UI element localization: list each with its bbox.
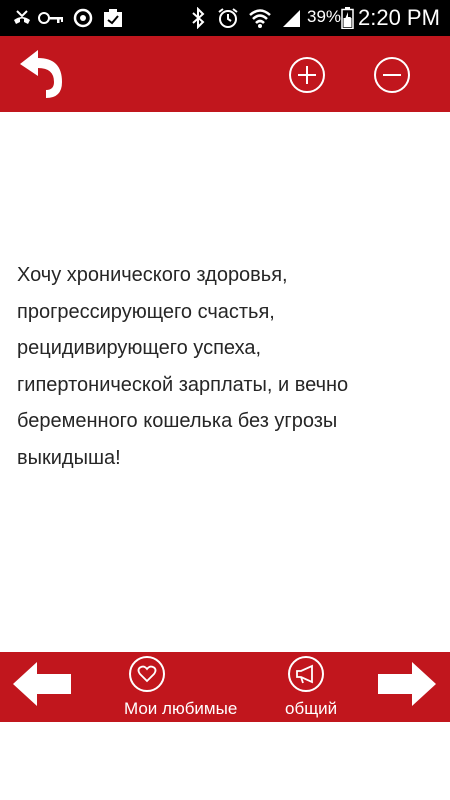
- favorites-button[interactable]: Мои любимые: [124, 652, 248, 722]
- arrow-left-icon: [13, 662, 71, 706]
- quote-line: прогрессирующего счастья,: [17, 300, 275, 323]
- status-bar: 39% 2:20 PM: [0, 0, 450, 36]
- empty-area: [0, 722, 450, 800]
- quote-line: выкидыша!: [17, 446, 121, 469]
- share-button[interactable]: общий: [282, 652, 346, 722]
- quote-line: гипертонической зарплаты, и вечно: [17, 373, 349, 396]
- quote-line: беременного кошелька без угрозы: [17, 410, 338, 432]
- battery-icon: [340, 6, 354, 30]
- quote-text: Хочу хронического здоровья, прогрессирую…: [17, 257, 437, 476]
- favorites-label: Мои любимые: [124, 699, 238, 718]
- next-button[interactable]: [376, 660, 438, 708]
- top-toolbar: [0, 36, 450, 112]
- bottom-toolbar: Мои любимые общий: [0, 652, 450, 722]
- zoom-in-button[interactable]: [288, 56, 326, 94]
- heart-icon: [129, 656, 165, 692]
- minus-circle-icon: [374, 57, 410, 93]
- missed-call-icon: [10, 6, 34, 30]
- arrow-right-icon: [378, 662, 436, 706]
- alarm-icon: [216, 6, 240, 30]
- back-button[interactable]: [10, 42, 70, 102]
- key-icon: [38, 6, 64, 30]
- quote-line: рецидивирующего успеха,: [17, 337, 262, 359]
- signal-icon: [280, 6, 302, 30]
- share-label: общий: [285, 699, 338, 718]
- plus-circle-icon: [289, 57, 325, 93]
- quote-line: Хочу хронического здоровья,: [17, 264, 288, 286]
- wifi-icon: [247, 6, 273, 30]
- clock: 2:20 PM: [358, 5, 440, 30]
- zoom-out-button[interactable]: [373, 56, 411, 94]
- bluetooth-icon: [188, 6, 208, 30]
- previous-button[interactable]: [11, 660, 73, 708]
- battery-percent: 39%: [307, 7, 342, 26]
- back-arrow-icon: [20, 50, 62, 98]
- quote-content: Хочу хронического здоровья, прогрессирую…: [0, 112, 450, 652]
- sync-icon: [71, 6, 95, 30]
- megaphone-icon: [288, 656, 324, 692]
- clipboard-icon: [101, 6, 125, 30]
